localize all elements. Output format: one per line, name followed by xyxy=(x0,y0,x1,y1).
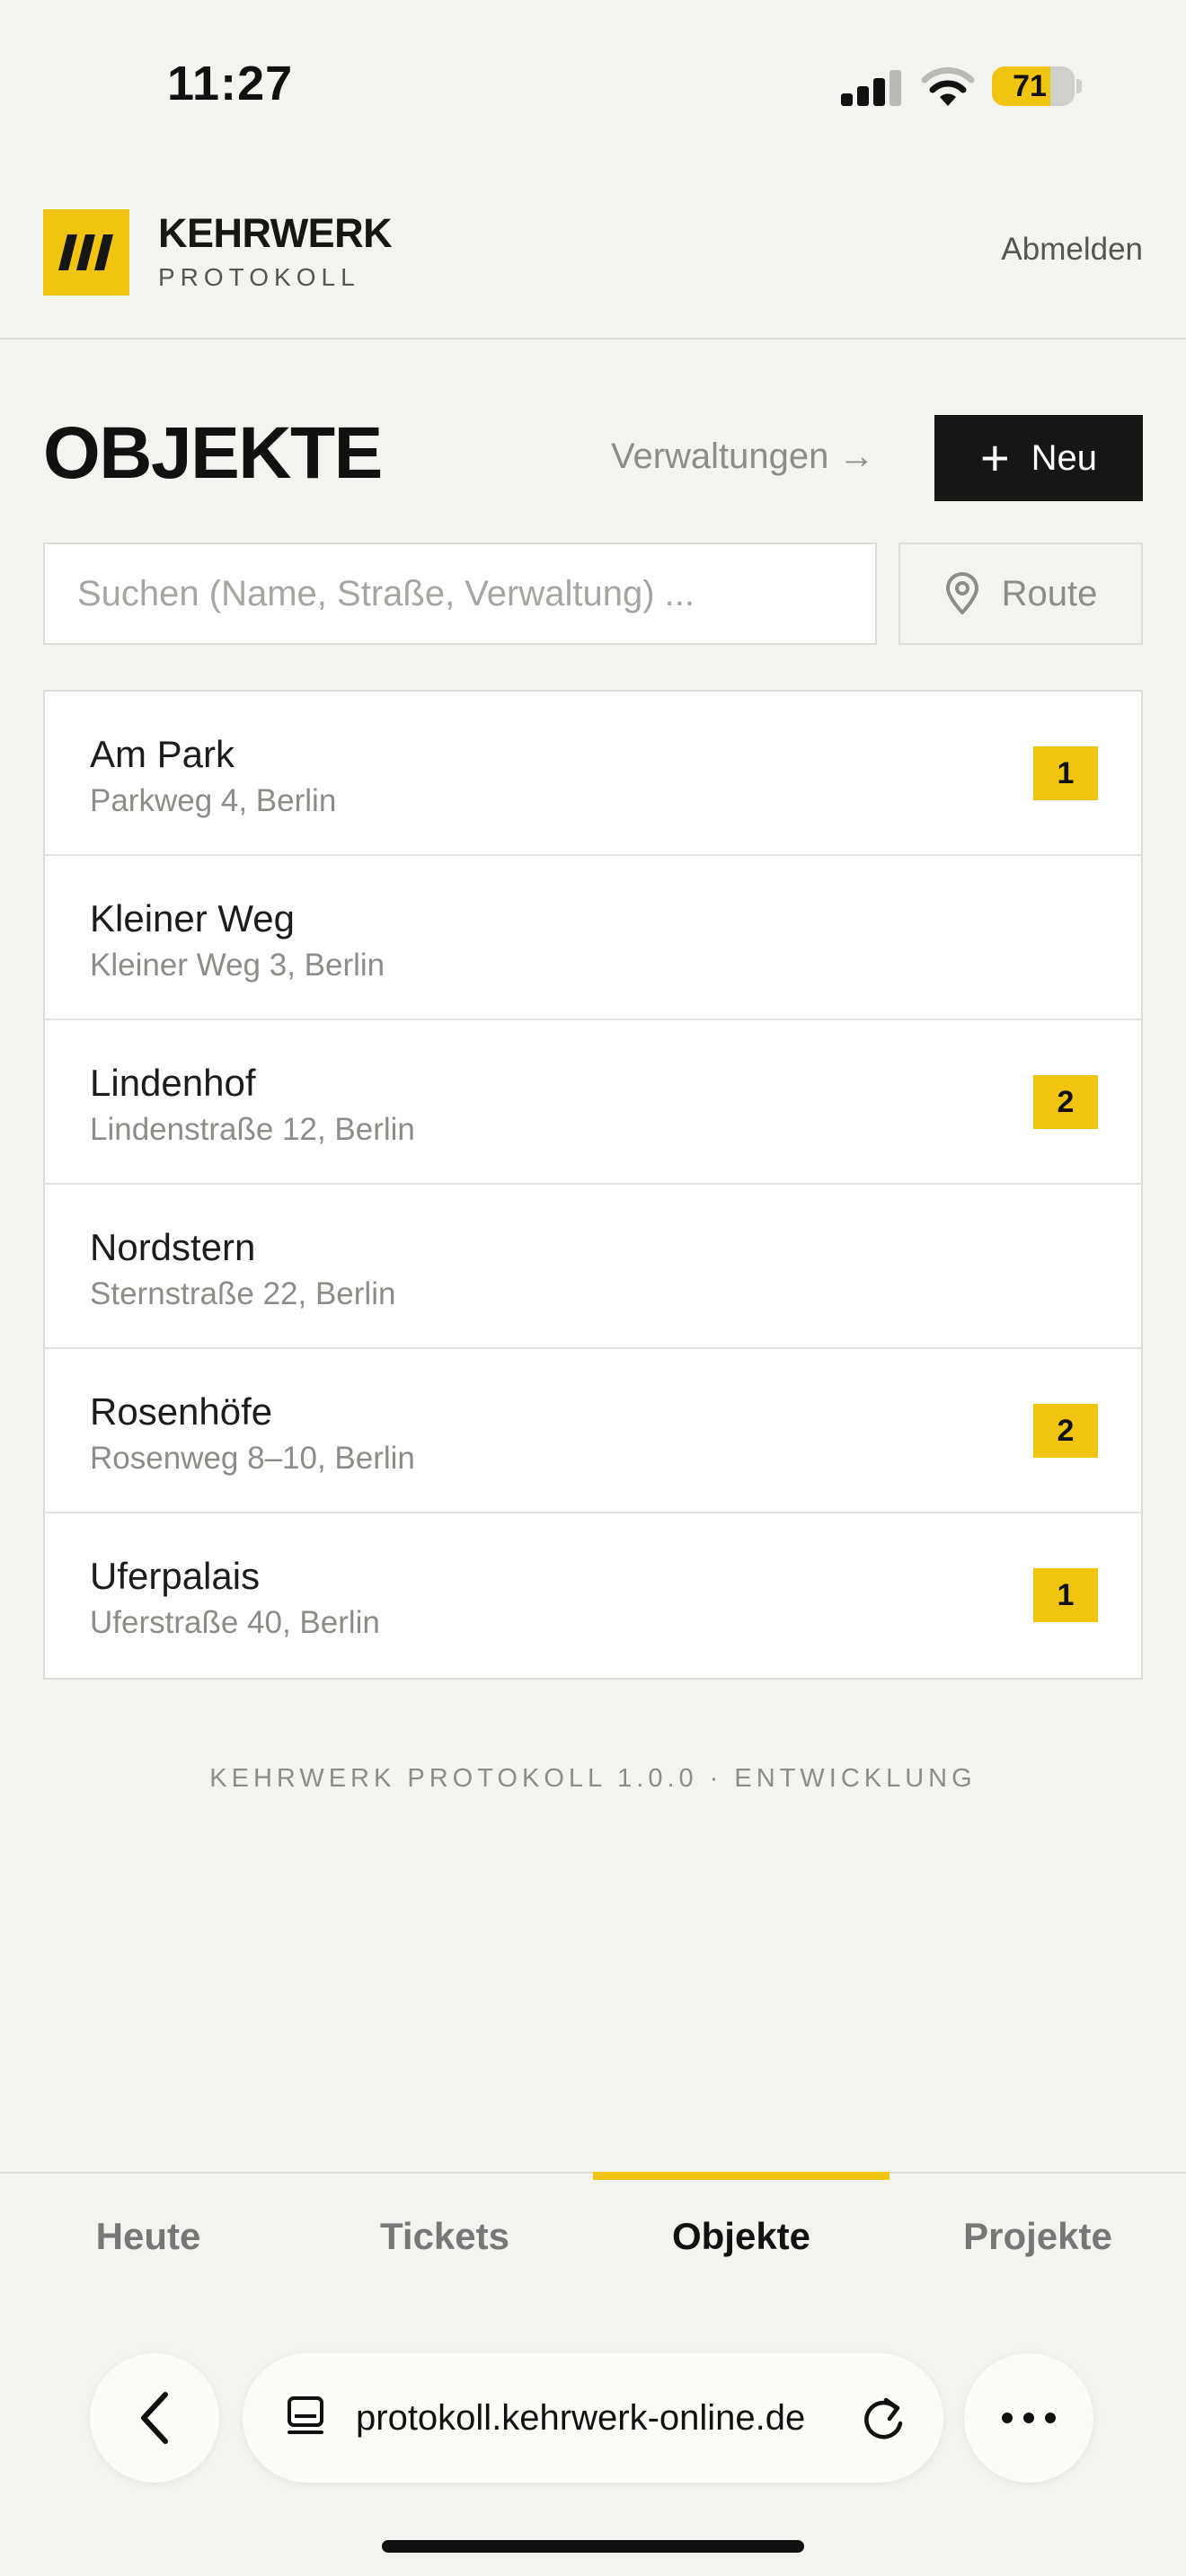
page-tabs-icon xyxy=(288,2396,323,2434)
battery-level: 71 xyxy=(1013,69,1047,103)
object-address: Uferstraße 40, Berlin xyxy=(90,1605,380,1640)
list-item[interactable]: Kleiner Weg Kleiner Weg 3, Berlin xyxy=(45,856,1141,1020)
ticket-count-badge: 1 xyxy=(1033,746,1098,800)
app-header: KEHRWERK PROTOKOLL Abmelden xyxy=(0,171,1186,340)
object-address: Rosenweg 8–10, Berlin xyxy=(90,1441,415,1476)
battery-nub xyxy=(1076,79,1082,93)
tab-tickets[interactable]: Tickets xyxy=(296,2174,593,2299)
list-item[interactable]: Lindenhof Lindenstraße 12, Berlin 2 xyxy=(45,1020,1141,1185)
brand-name: KEHRWERK xyxy=(158,210,393,256)
more-options-button[interactable] xyxy=(964,2353,1093,2483)
bottom-tab-bar: Heute Tickets Objekte Projekte xyxy=(0,2172,1186,2298)
page-title: OBJEKTE xyxy=(43,412,383,494)
ticket-count-badge: 1 xyxy=(1033,1568,1098,1622)
stripes-icon xyxy=(58,234,113,270)
list-item[interactable]: Uferpalais Uferstraße 40, Berlin 1 xyxy=(45,1513,1141,1678)
object-address: Kleiner Weg 3, Berlin xyxy=(90,948,385,983)
route-button[interactable]: Route xyxy=(898,543,1143,645)
object-name: Uferpalais xyxy=(90,1555,261,1597)
tab-objekte[interactable]: Objekte xyxy=(593,2174,890,2299)
battery-icon: 71 xyxy=(992,66,1075,106)
object-name: Lindenhof xyxy=(90,1062,256,1104)
object-address: Lindenstraße 12, Berlin xyxy=(90,1112,415,1147)
logo-icon xyxy=(43,209,129,296)
tab-heute[interactable]: Heute xyxy=(0,2174,296,2299)
new-object-button[interactable]: + Neu xyxy=(934,415,1143,501)
cellular-signal-icon xyxy=(841,68,904,106)
object-name: Rosenhöfe xyxy=(90,1390,273,1433)
verwaltungen-link[interactable]: Verwaltungen → xyxy=(611,437,875,477)
brand-subtitle: PROTOKOLL xyxy=(158,263,360,291)
reload-icon[interactable] xyxy=(859,2393,907,2443)
back-button[interactable] xyxy=(90,2353,219,2483)
tab-projekte[interactable]: Projekte xyxy=(890,2174,1186,2299)
list-item[interactable]: Am Park Parkweg 4, Berlin 1 xyxy=(45,692,1141,856)
list-item[interactable]: Rosenhöfe Rosenweg 8–10, Berlin 2 xyxy=(45,1349,1141,1513)
ticket-count-badge: 2 xyxy=(1033,1404,1098,1458)
new-button-label: Neu xyxy=(1031,437,1098,478)
plus-icon: + xyxy=(979,429,1010,486)
object-name: Kleiner Weg xyxy=(90,897,296,940)
route-label: Route xyxy=(1001,573,1098,613)
ticket-count-badge: 2 xyxy=(1033,1075,1098,1129)
url-text: protokoll.kehrwerk-online.de xyxy=(356,2398,806,2438)
wifi-icon xyxy=(921,66,975,106)
status-bar: 11:27 71 xyxy=(0,0,1186,171)
search-field[interactable] xyxy=(43,543,877,645)
search-input[interactable] xyxy=(45,544,875,643)
home-indicator xyxy=(382,2540,804,2553)
logout-link[interactable]: Abmelden xyxy=(1001,232,1143,268)
object-address: Parkweg 4, Berlin xyxy=(90,783,337,818)
object-name: Am Park xyxy=(90,733,235,775)
location-pin-icon xyxy=(945,572,978,614)
address-bar[interactable]: protokoll.kehrwerk-online.de xyxy=(243,2353,943,2483)
version-footer: KEHRWERK PROTOKOLL 1.0.0 · ENTWICKLUNG xyxy=(209,1764,977,1793)
object-list: Am Park Parkweg 4, Berlin 1 Kleiner Weg … xyxy=(43,690,1143,1680)
object-name: Nordstern xyxy=(90,1226,256,1268)
status-time: 11:27 xyxy=(167,57,294,110)
more-dots-icon xyxy=(1002,2413,1056,2423)
list-item[interactable]: Nordstern Sternstraße 22, Berlin xyxy=(45,1185,1141,1349)
chevron-left-icon xyxy=(141,2392,168,2444)
object-address: Sternstraße 22, Berlin xyxy=(90,1276,396,1311)
